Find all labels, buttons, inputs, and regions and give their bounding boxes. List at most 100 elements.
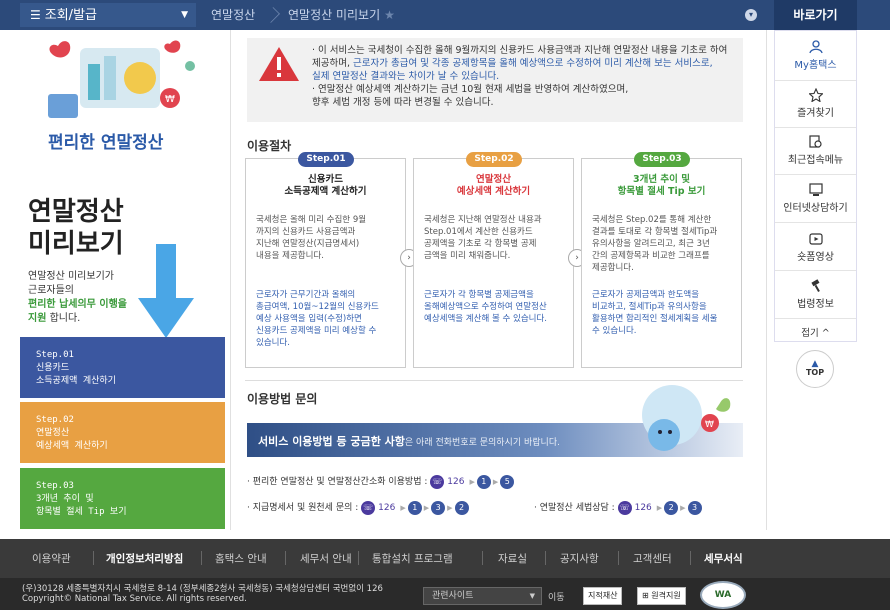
go-button[interactable]: 이동 bbox=[548, 590, 565, 603]
menu-select[interactable]: ☰ 조회/발급 ▼ bbox=[20, 3, 196, 27]
quick-menu-fold-button[interactable]: 접기 ^ bbox=[775, 325, 856, 339]
breadcrumb-item-2[interactable]: 연말정산 미리보기 ★ bbox=[288, 0, 395, 30]
remote-support-button[interactable]: ⊞ 원격지원 bbox=[637, 587, 686, 605]
card-3-body-2: 결과를 토대로 각 항목별 절세Tip과 bbox=[592, 227, 718, 237]
quick-item-my-hometax[interactable]: My홈택스 bbox=[775, 40, 856, 71]
calculator-illustration: ₩ bbox=[48, 40, 195, 118]
contact-line-2: · 지급명세서 및 원천세 문의 : ☏ 126 ▶ 1 ▶ 3 ▶ 2 bbox=[247, 500, 469, 515]
card-2-body-3: 공제액을 기초로 각 항목별 공제 bbox=[424, 239, 537, 249]
divider bbox=[690, 551, 691, 565]
quick-item-label: 최근접속메뉴 bbox=[787, 155, 844, 166]
quick-item-online-consult[interactable]: 인터넷상담하기 bbox=[775, 183, 856, 214]
divider bbox=[775, 80, 856, 81]
step-03-line-2: 항목별 절세 Tip 보기 bbox=[36, 507, 127, 517]
quick-item-recent-menu[interactable]: 최근접속메뉴 bbox=[775, 135, 856, 166]
footer-link-notice[interactable]: 공지사항 bbox=[560, 551, 599, 566]
quick-item-law-info[interactable]: 법령정보 bbox=[775, 279, 856, 310]
footer-link-tax-forms[interactable]: 세무서식 bbox=[704, 551, 743, 566]
contact-line-1-label: · 편리한 연말정산 및 연말정산간소화 이용방법 : bbox=[247, 477, 428, 487]
menu-number-badge: 2 bbox=[664, 500, 679, 515]
card-3-heading-2: 항목별 절세 Tip 보기 bbox=[617, 186, 706, 197]
related-sites-label: 관련사이트 bbox=[432, 591, 474, 601]
card-2-note: 근로자가 각 항목별 공제금액을 올해예상액으로 수정하여 연말정산 예상세액을 계… bbox=[424, 289, 563, 325]
arrow-icon: ▶ bbox=[423, 504, 430, 512]
page-title-line-1: 연말정산 bbox=[28, 197, 124, 227]
quick-item-favorites[interactable]: 즐겨찾기 bbox=[775, 88, 856, 119]
step-03-button[interactable]: Step.03 3개년 추이 및 항목별 절세 Tip 보기 bbox=[20, 468, 225, 529]
notice-line-3: 실제 연말정산 결과와는 차이가 날 수 있습니다. bbox=[312, 71, 500, 82]
card-1-body: 국세청은 올해 미리 수집한 9월 까지의 신용카드 사용금액과 지난해 연말정산(… bbox=[256, 214, 395, 262]
notice-line-1: · 이 서비스는 국세청이 수집한 올해 9월까지의 신용카드 사용금액과 지난… bbox=[312, 45, 728, 56]
notice-line-2-a: 제공하며, bbox=[312, 58, 353, 69]
step-02-number: Step.02 bbox=[36, 415, 74, 425]
support-illustration: ₩ bbox=[642, 385, 731, 451]
page-title: 연말정산 미리보기 bbox=[28, 196, 124, 260]
footer-link-terms[interactable]: 이용약관 bbox=[32, 551, 71, 566]
card-2-body: 국세청은 지난해 연말정산 내용과 Step.01에서 계산한 신용카드 공제액을 … bbox=[424, 214, 563, 262]
related-sites-select[interactable]: 관련사이트 ▼ bbox=[423, 587, 542, 605]
menu-number-badge: 5 bbox=[500, 474, 515, 489]
address-text: (우)30128 세종특별자치시 국세청로 8-14 (정부세종2청사 국세청동… bbox=[22, 584, 383, 594]
footer-link-library[interactable]: 자료실 bbox=[498, 551, 527, 566]
step-02-button[interactable]: Step.02 연말정산 예상세액 계산하기 bbox=[20, 402, 225, 463]
warning-icon bbox=[259, 47, 299, 81]
arrow-down-icon bbox=[138, 244, 194, 338]
card-1-note-2: 총급여액, 10월~12월의 신용카드 bbox=[256, 302, 379, 312]
card-1-note-5: 있습니다. bbox=[256, 338, 290, 348]
footer-link-tax-office[interactable]: 세무서 안내 bbox=[300, 551, 352, 566]
card-2-heading-2: 예상세액 계산하기 bbox=[456, 186, 531, 197]
divider bbox=[775, 270, 856, 271]
phone-icon: ☏ bbox=[430, 474, 445, 489]
card-1-body-4: 내용을 제공합니다. bbox=[256, 251, 324, 261]
person-icon bbox=[808, 40, 823, 54]
footer-link-customer-center[interactable]: 고객센터 bbox=[633, 551, 672, 566]
card-3-note-2: 비교하고, 절세Tip과 유의사항을 bbox=[592, 302, 707, 312]
card-3-body: 국세청은 Step.02를 통해 계산한 결과를 토대로 각 항목별 절세Tip과… bbox=[592, 214, 731, 274]
footer-link-hometax-guide[interactable]: 홈택스 안내 bbox=[215, 551, 267, 566]
card-3-note-1: 근로자가 공제금액과 한도액을 bbox=[592, 290, 700, 300]
breadcrumb-item-1[interactable]: 연말정산 bbox=[211, 0, 255, 30]
card-3-note-3: 활용하면 합리적인 절세계획을 세울 bbox=[592, 314, 718, 324]
procedure-title: 이용절차 bbox=[247, 139, 292, 153]
inquiry-banner-text: 서비스 이용방법 등 궁금한 사항은 아래 전화번호로 문의하시기 바랍니다. bbox=[258, 433, 560, 449]
contact-line-3: · 연말정산 세법상담 : ☏ 126 ▶ 2 ▶ 3 bbox=[534, 500, 702, 515]
step-01-line-2: 소득공제액 계산하기 bbox=[36, 376, 116, 386]
quick-item-label: 숏폼영상 bbox=[797, 252, 834, 263]
card-3-heading: 3개년 추이 및 항목별 절세 Tip 보기 bbox=[581, 174, 742, 198]
quick-item-label: 즐겨찾기 bbox=[797, 108, 834, 119]
card-3-note: 근로자가 공제금액과 한도액을비교하고, 절세Tip과 유의사항을활용하면 합리… bbox=[592, 289, 731, 337]
copyright-text: Copyright© National Tax Service. All rig… bbox=[22, 594, 247, 604]
card-2-note-3: 예상세액을 계산해 볼 수 있습니다. bbox=[424, 314, 547, 324]
card-3-note-4: 수 있습니다. bbox=[592, 326, 637, 336]
step-02-line-1: 연말정산 bbox=[36, 428, 70, 438]
quick-item-short-video[interactable]: 숏폼영상 bbox=[775, 232, 856, 263]
card-2-body-2: Step.01에서 계산한 신용카드 bbox=[424, 227, 533, 237]
description-suffix: 합니다. bbox=[46, 313, 81, 324]
notice-line-5: 향후 세법 개정 등에 따라 변경될 수 있습니다. bbox=[312, 97, 494, 108]
card-3-body-4: 간의 공제항목과 비교한 그래프를 bbox=[592, 251, 710, 261]
card-1-body-3: 지난해 연말정산(지급명세서) bbox=[256, 239, 360, 249]
phone-number: 126 bbox=[447, 477, 465, 487]
star-icon bbox=[808, 88, 823, 102]
scroll-to-top-button[interactable]: ▲ TOP bbox=[796, 350, 834, 388]
menu-number-badge: 3 bbox=[687, 500, 702, 515]
divider bbox=[775, 174, 856, 175]
breadcrumb-item-2-label: 연말정산 미리보기 bbox=[288, 8, 381, 22]
svg-text:₩: ₩ bbox=[705, 420, 714, 430]
menu-number-badge: 1 bbox=[476, 474, 491, 489]
step-01-button[interactable]: Step.01 신용카드 소득공제액 계산하기 bbox=[20, 337, 225, 398]
menu-number-badge: 1 bbox=[407, 500, 422, 515]
step-03-line-1: 3개년 추이 및 bbox=[36, 494, 94, 504]
inquiry-banner-bold: 서비스 이용방법 등 궁금한 사항 bbox=[258, 435, 405, 448]
inquiry-title: 이용방법 문의 bbox=[247, 392, 318, 406]
intellectual-property-button[interactable]: 지적재산 bbox=[583, 587, 623, 605]
divider bbox=[285, 551, 286, 565]
card-1-note-4: 신용카드 공제액을 미리 예상할 수 bbox=[256, 326, 377, 336]
divider bbox=[201, 551, 202, 565]
divider bbox=[545, 551, 546, 565]
collapse-toggle-icon[interactable]: ▾ bbox=[745, 9, 757, 21]
footer-link-install[interactable]: 통합설치 프로그램 bbox=[372, 551, 453, 566]
footer-link-privacy[interactable]: 개인정보처리방침 bbox=[106, 551, 183, 566]
favorite-star-icon[interactable]: ★ bbox=[384, 8, 395, 22]
phone-icon: ☏ bbox=[361, 500, 376, 515]
